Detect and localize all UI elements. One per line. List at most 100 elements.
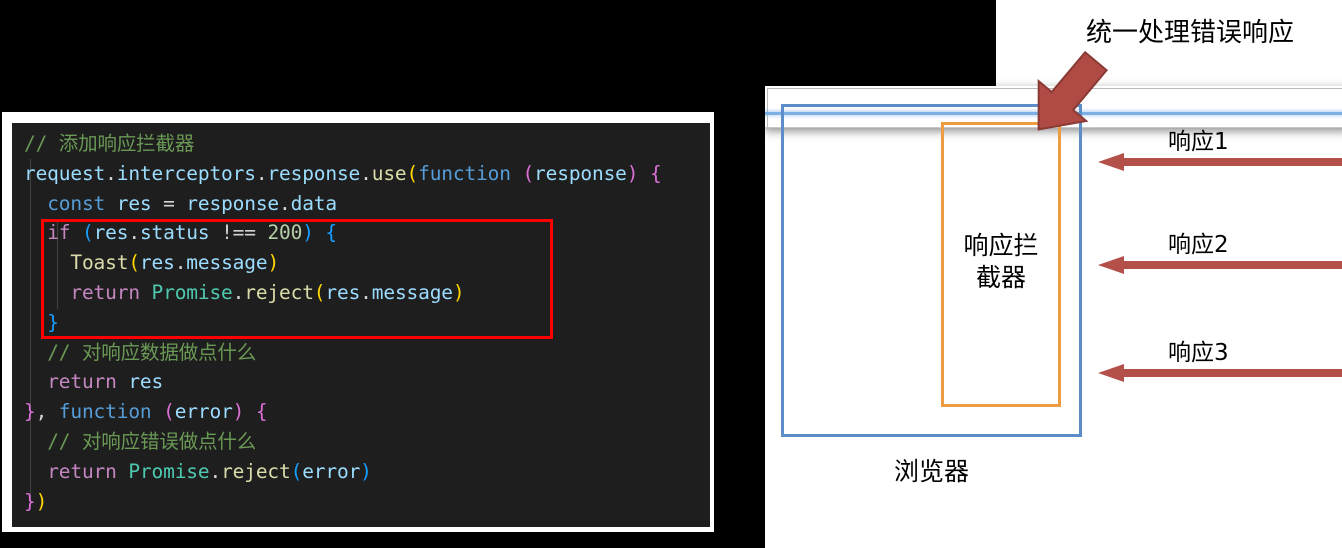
code-token: error (302, 459, 361, 483)
code-token: response (186, 191, 280, 215)
code-token: message (186, 251, 268, 275)
code-token: . (279, 191, 291, 215)
code-token: if (47, 221, 71, 245)
response-interceptor-label: 响应拦 截器 (941, 230, 1061, 294)
code-token: . (360, 161, 372, 185)
code-token: 200 (267, 221, 303, 245)
code-token: function (58, 400, 152, 424)
code-token: . (255, 161, 268, 185)
code-token: ( (406, 161, 419, 185)
code-line: Toast(res.message) (12, 248, 710, 278)
code-line: request.interceptors.response.use(functi… (12, 159, 710, 189)
code-token: . (209, 459, 222, 483)
code-editor-panel[interactable]: // 添加响应拦截器 request.interceptors.response.… (12, 123, 710, 527)
code-token: res (325, 280, 361, 304)
code-token: ) (267, 251, 280, 275)
code-line: return Promise.reject(res.message) (12, 278, 710, 308)
code-token: . (105, 161, 117, 185)
code-token: request (24, 161, 106, 185)
pointer-arrow-icon (1037, 50, 1108, 131)
code-token: // 添加响应拦截器 (24, 132, 195, 155)
code-token: Promise (151, 280, 233, 304)
code-token: data (290, 191, 338, 215)
code-token: // 对响应错误做点什么 (47, 429, 257, 453)
diagram-title: 统一处理错误响应 (1086, 18, 1295, 48)
code-token: response (534, 161, 627, 185)
code-token: { (649, 161, 662, 185)
code-token: ( (163, 400, 175, 424)
code-line: return Promise.reject(error) (12, 457, 710, 487)
code-token: { (255, 400, 268, 424)
code-token: status (139, 221, 210, 245)
response-label-2: 响应2 (1168, 232, 1229, 258)
code-token: ( (522, 161, 535, 185)
code-line: const res = response.data (12, 189, 710, 219)
code-token: ( (81, 221, 94, 245)
code-token: res (93, 221, 129, 245)
code-token: . (174, 251, 187, 275)
code-line: } (12, 308, 710, 338)
code-token: } (47, 310, 59, 334)
code-token: return (47, 459, 117, 483)
code-token: res (128, 370, 164, 394)
code-token: response (267, 161, 361, 185)
response-arrow-2 (1098, 256, 1342, 274)
code-text: // 添加响应拦截器 request.interceptors.response.… (12, 129, 710, 516)
code-token: ( (128, 251, 140, 275)
code-token: !== (221, 221, 256, 245)
code-token: ) (232, 400, 245, 424)
code-line: if (res.status !== 200) { (12, 218, 710, 248)
code-token: = (151, 191, 187, 215)
code-token: return (70, 280, 140, 304)
code-token: } (24, 489, 36, 513)
code-line: // 添加响应拦截器 (12, 129, 710, 159)
code-token: // 对响应数据做点什么 (47, 340, 257, 364)
code-token: Toast (70, 251, 129, 275)
response-arrow-3 (1098, 364, 1342, 382)
code-token: function (418, 161, 511, 185)
code-token: reject (244, 280, 314, 304)
code-token: ) (35, 489, 48, 513)
slide-canvas: // 添加响应拦截器 request.interceptors.response.… (0, 0, 1342, 548)
code-token: ) (452, 280, 465, 304)
code-token: ) (302, 221, 314, 245)
response-label-3: 响应3 (1168, 340, 1229, 366)
code-line: // 对响应数据做点什么 (12, 338, 710, 368)
code-token: use (371, 161, 407, 185)
browser-label: 浏览器 (893, 457, 969, 486)
code-token: const (47, 191, 106, 215)
code-token: reject (221, 459, 291, 483)
code-token: return (47, 370, 117, 394)
code-line: }) (12, 487, 710, 517)
code-line: }, function (error) { (12, 397, 710, 427)
interceptor-label-line2: 截器 (975, 263, 1026, 292)
code-token: . (360, 280, 372, 304)
response-arrow-1 (1098, 153, 1342, 171)
code-token: . (128, 221, 140, 245)
code-token: , (35, 400, 59, 424)
code-token: res (116, 191, 152, 215)
code-token: res (139, 251, 175, 275)
code-line: // 对响应错误做点什么 (12, 427, 710, 457)
code-token: { (325, 221, 338, 245)
code-token: } (24, 400, 36, 424)
code-token: ( (313, 280, 326, 304)
response-label-1: 响应1 (1168, 129, 1229, 155)
interceptor-label-line1: 响应拦 (963, 231, 1039, 260)
code-token: message (371, 280, 453, 304)
code-token: ( (290, 459, 303, 483)
code-token: ) (360, 459, 372, 483)
code-line: return res (12, 367, 710, 397)
